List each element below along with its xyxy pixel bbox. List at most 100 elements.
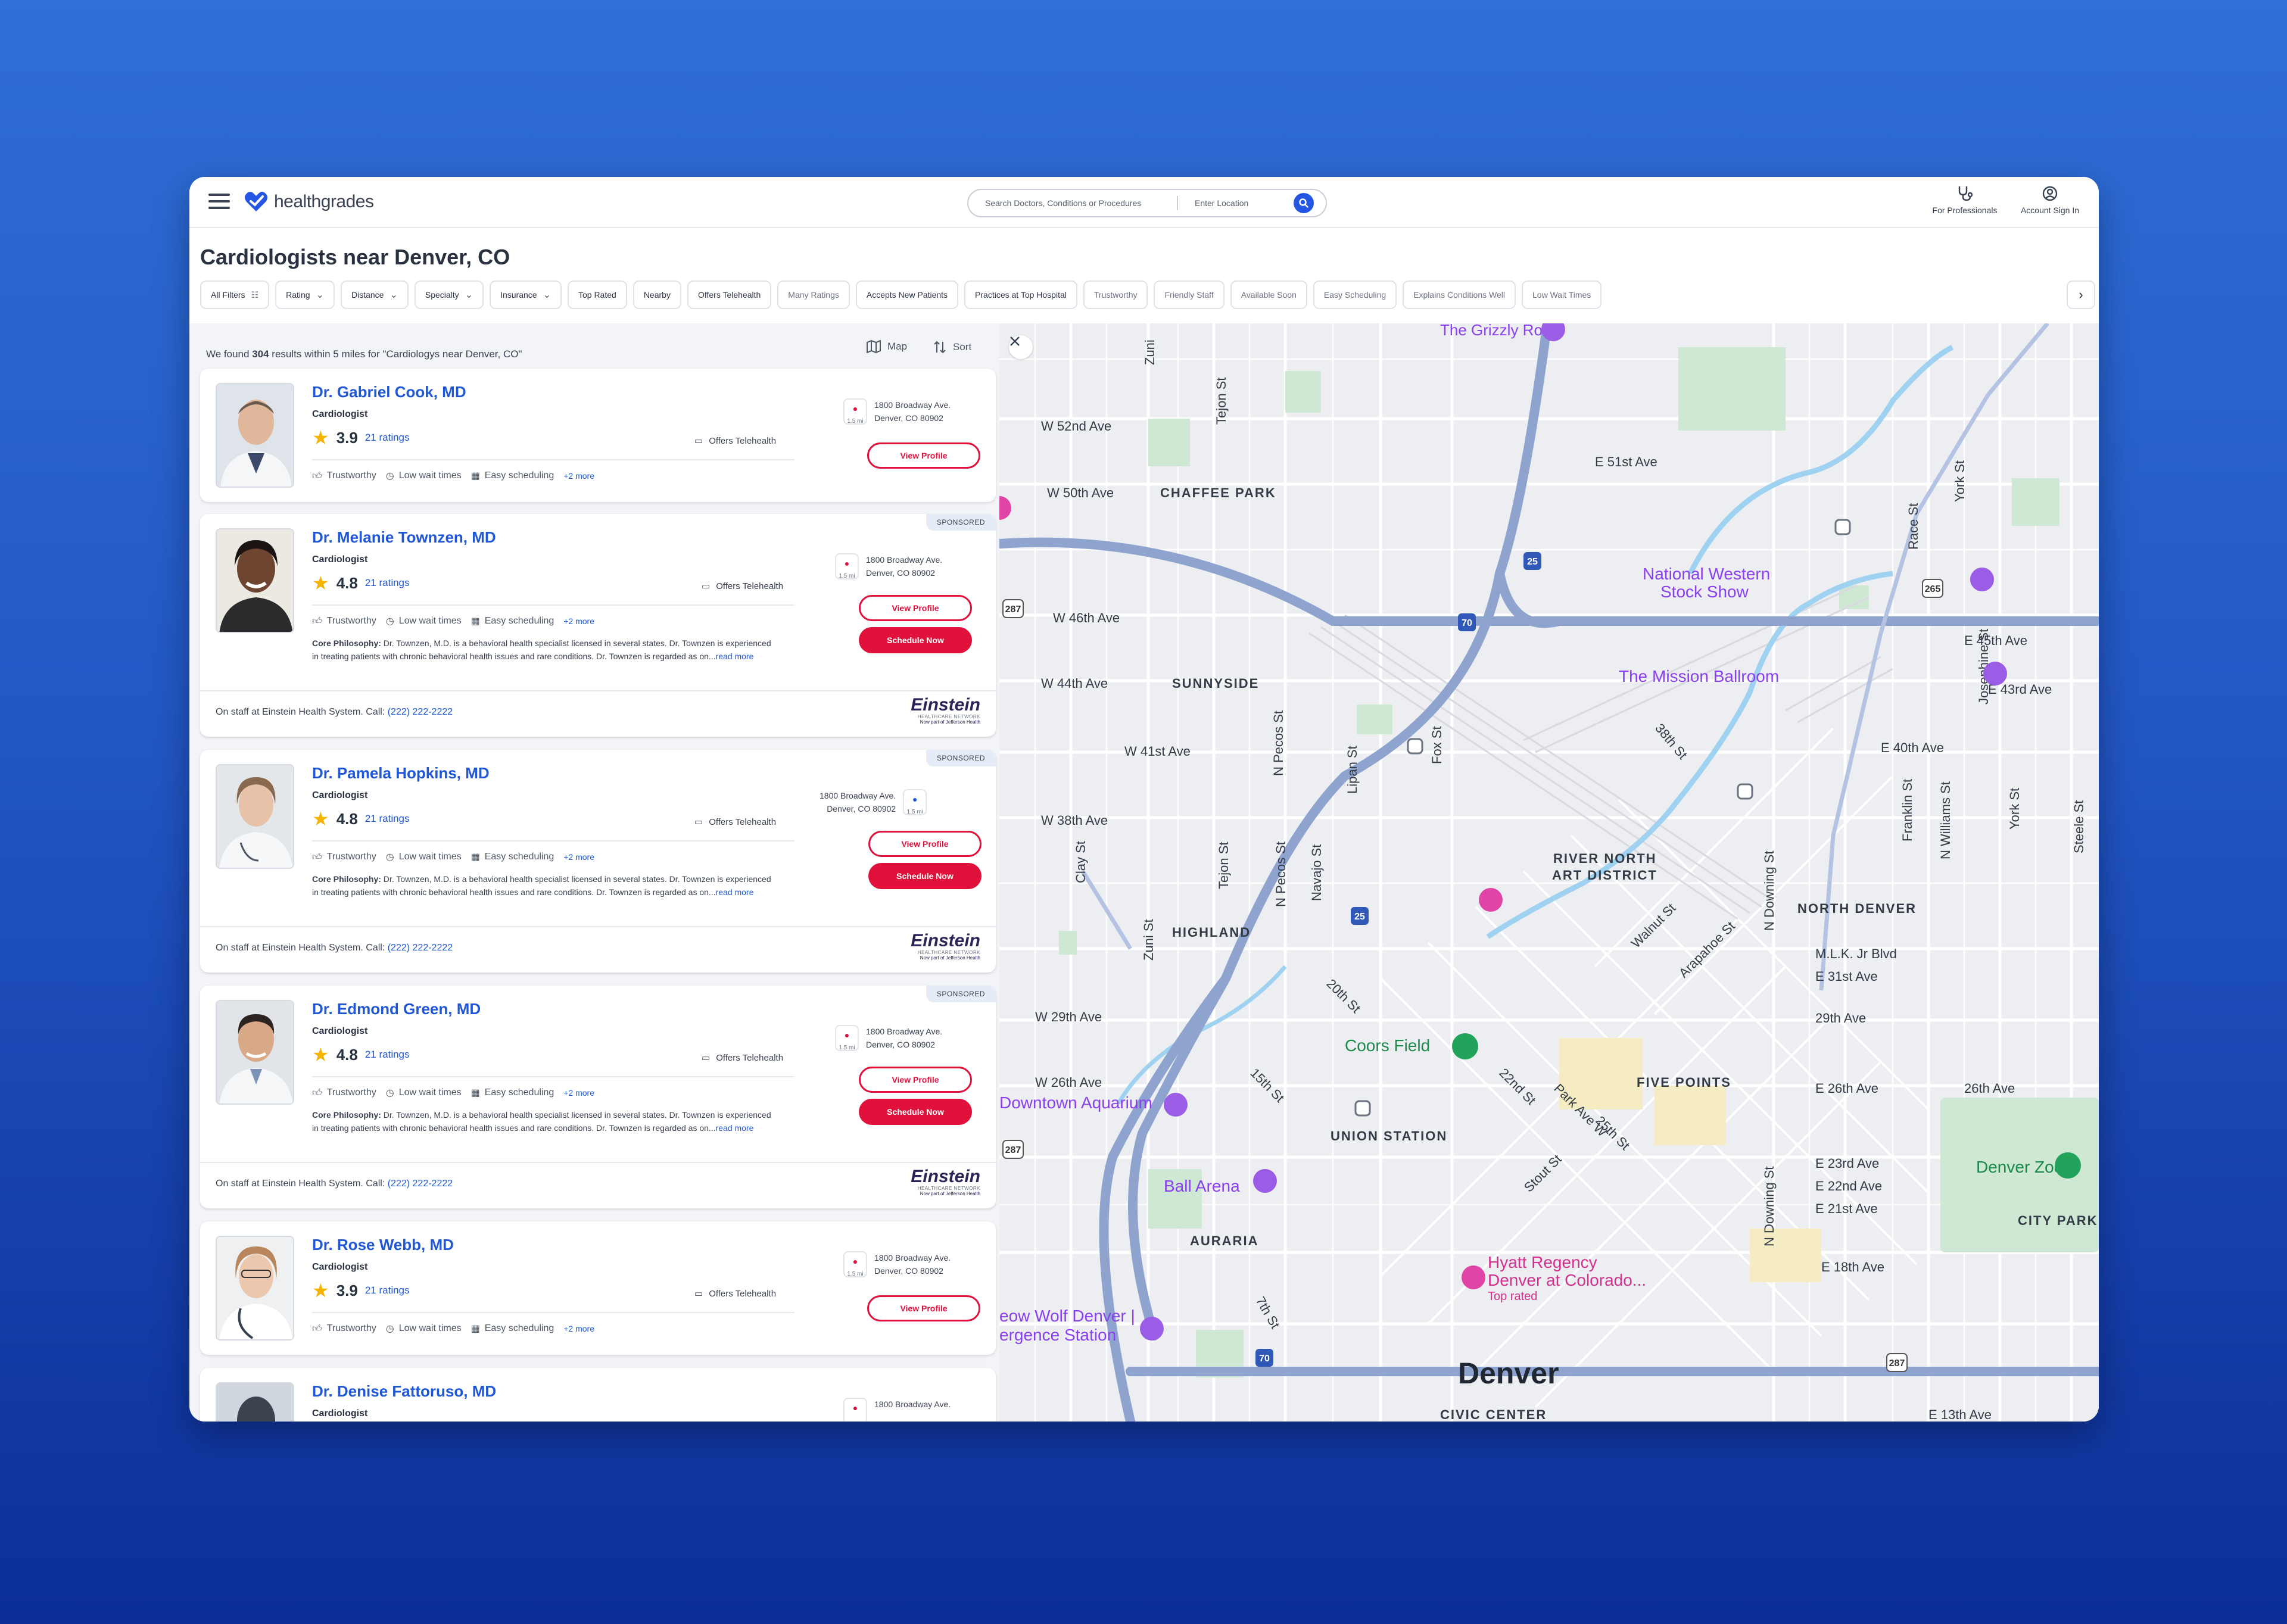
filter-explains-conditions[interactable]: Explains Conditions Well [1403,280,1516,309]
filter-rating[interactable]: Rating ⌄ [275,280,335,309]
poi-ball-arena[interactable]: Ball Arena [1164,1177,1240,1195]
read-more-link[interactable]: read more [716,887,754,897]
view-profile-button[interactable]: View Profile [859,595,972,621]
filter-specialty[interactable]: Specialty ⌄ [414,280,484,309]
poi-downtown-aquarium[interactable]: Downtown Aquarium [999,1093,1152,1112]
ratings-count-link[interactable]: 21 ratings [365,432,410,444]
read-more-link[interactable]: read more [716,1123,754,1133]
doctor-card[interactable]: SPONSORED Dr. Melanie Townzen, MD Cardio… [200,514,996,737]
poi-grizzly-rose[interactable]: The Grizzly Rose [1440,323,1559,339]
filter-offers-telehealth[interactable]: Offers Telehealth [687,280,772,309]
poi-coors-field[interactable]: Coors Field [1345,1036,1430,1055]
poi-marker[interactable] [1164,1093,1188,1117]
doctor-name[interactable]: Dr. Rose Webb, MD [312,1236,454,1254]
doctor-card[interactable]: SPONSORED Dr. Pamela Hopkins, MD Cardiol… [200,750,996,972]
poi-marker[interactable] [1983,662,2007,685]
doctor-card[interactable]: SPONSORED Dr. Edmond Green, MD Cardiolog… [200,986,996,1208]
filter-accepts-new-patients[interactable]: Accepts New Patients [855,280,959,309]
schedule-now-button[interactable]: Schedule Now [859,627,972,653]
more-tags-link[interactable]: +2 more [563,1324,594,1333]
poi-hyatt-regency[interactable]: Hyatt Regency [1488,1253,1597,1271]
filter-many-ratings[interactable]: Many Ratings [777,280,850,309]
doctor-name[interactable]: Dr. Pamela Hopkins, MD [312,764,490,783]
einstein-logo[interactable]: Einstein HEALTHCARE NETWORK Now part of Je… [899,696,980,732]
filter-available-soon[interactable]: Available Soon [1230,280,1307,309]
einstein-logo[interactable]: Einstein HEALTHCARE NETWORK Now part of Je… [899,1168,980,1204]
sort-button[interactable]: Sort [933,340,971,354]
filter-distance[interactable]: Distance ⌄ [341,280,409,309]
filter-top-rated[interactable]: Top Rated [567,280,627,309]
filter-friendly-staff[interactable]: Friendly Staff [1154,280,1224,309]
doctor-photo[interactable] [216,1000,294,1105]
filter-easy-scheduling[interactable]: Easy Scheduling [1313,280,1397,309]
map-view[interactable]: The Grizzly Rose W 52nd Ave W 50th Ave C… [999,323,2099,1422]
location-input[interactable] [1178,198,1291,208]
filter-scroll-right-button[interactable]: › [2067,280,2095,309]
phone-link[interactable]: (222) 222-2222 [388,1179,453,1189]
ratings-count-link[interactable]: 21 ratings [365,813,410,825]
healthgrades-logo[interactable]: healthgrades [243,190,374,214]
doctor-name[interactable]: Dr. Edmond Green, MD [312,1000,481,1018]
transit-stop-icon[interactable] [1737,783,1753,800]
doctor-name[interactable]: Dr. Gabriel Cook, MD [312,383,466,401]
poi-hyatt-regency-2[interactable]: Denver at Colorado... [1488,1271,1646,1289]
doctor-name[interactable]: Dr. Melanie Townzen, MD [312,528,496,547]
poi-meow-wolf-2[interactable]: ergence Station [999,1326,1116,1344]
more-tags-link[interactable]: +2 more [563,471,594,481]
poi-national-western-2[interactable]: Stock Show [1660,582,1749,601]
poi-marker[interactable] [1253,1169,1277,1193]
for-professionals-link[interactable]: For Professionals [1920,185,2009,215]
doctor-photo[interactable] [216,383,294,488]
transit-stop-icon[interactable] [1354,1100,1371,1117]
poi-marker[interactable] [1452,1033,1478,1059]
doctor-card[interactable]: Dr. Rose Webb, MD Cardiologist ★ 3.9 21 … [200,1221,996,1355]
doctor-photo[interactable] [216,1236,294,1341]
view-profile-button[interactable]: View Profile [867,442,980,469]
phone-link[interactable]: (222) 222-2222 [388,943,453,953]
doctor-card[interactable]: Dr. Gabriel Cook, MD Cardiologist ★ 3.9 … [200,369,996,502]
poi-national-western[interactable]: National Western [1643,565,1770,583]
poi-marker[interactable] [1970,568,1994,591]
phone-link[interactable]: (222) 222-2222 [388,707,453,717]
filter-low-wait-times[interactable]: Low Wait Times [1522,280,1602,309]
more-tags-link[interactable]: +2 more [563,1088,594,1098]
more-tags-link[interactable]: +2 more [563,616,594,626]
close-map-button[interactable] [1009,335,1033,359]
poi-marker[interactable] [1462,1265,1485,1289]
doctor-photo[interactable] [216,1382,294,1422]
view-profile-button[interactable]: View Profile [859,1067,972,1093]
poi-denver-zoo[interactable]: Denver Zoo [1976,1158,2063,1176]
view-profile-button[interactable]: View Profile [868,831,982,857]
filter-all[interactable]: All Filters ☷ [200,280,270,309]
einstein-logo[interactable]: Einstein HEALTHCARE NETWORK Now part of Je… [899,932,980,968]
ratings-count-link[interactable]: 21 ratings [365,1285,410,1296]
schedule-now-button[interactable]: Schedule Now [859,1099,972,1125]
filter-nearby[interactable]: Nearby [632,280,681,309]
menu-icon[interactable] [208,194,230,211]
ratings-count-link[interactable]: 21 ratings [365,577,410,589]
transit-stop-icon[interactable] [1834,519,1851,535]
poi-marker[interactable] [1479,888,1503,912]
view-profile-button[interactable]: View Profile [867,1295,980,1321]
poi-mission-ballroom[interactable]: The Mission Ballroom [1619,667,1779,685]
read-more-link[interactable]: read more [716,652,754,661]
more-tags-link[interactable]: +2 more [563,852,594,862]
account-sign-in-link[interactable]: Account Sign In [2008,185,2092,215]
search-button[interactable] [1294,193,1314,213]
poi-marker[interactable] [1140,1317,1164,1341]
filter-insurance[interactable]: Insurance ⌄ [490,280,562,309]
doctor-name[interactable]: Dr. Denise Fattoruso, MD [312,1382,496,1401]
transit-stop-icon[interactable] [1407,738,1423,755]
doctor-photo[interactable] [216,764,294,869]
poi-meow-wolf[interactable]: eow Wolf Denver | [999,1307,1135,1325]
filter-practices-top-hospital[interactable]: Practices at Top Hospital [964,280,1077,309]
schedule-now-button[interactable]: Schedule Now [868,863,982,889]
filter-trustworthy[interactable]: Trustworthy [1083,280,1148,309]
map-toggle-button[interactable]: Map [866,340,907,353]
ratings-count-link[interactable]: 21 ratings [365,1049,410,1061]
map-canvas[interactable]: The Grizzly Rose W 52nd Ave W 50th Ave C… [999,323,2099,1422]
search-input[interactable] [968,198,1177,208]
results-list[interactable]: We found 304 results within 5 miles for … [189,323,999,1422]
doctor-card[interactable]: Dr. Denise Fattoruso, MD Cardiologist ● … [200,1368,996,1422]
poi-marker[interactable] [2055,1152,2081,1179]
